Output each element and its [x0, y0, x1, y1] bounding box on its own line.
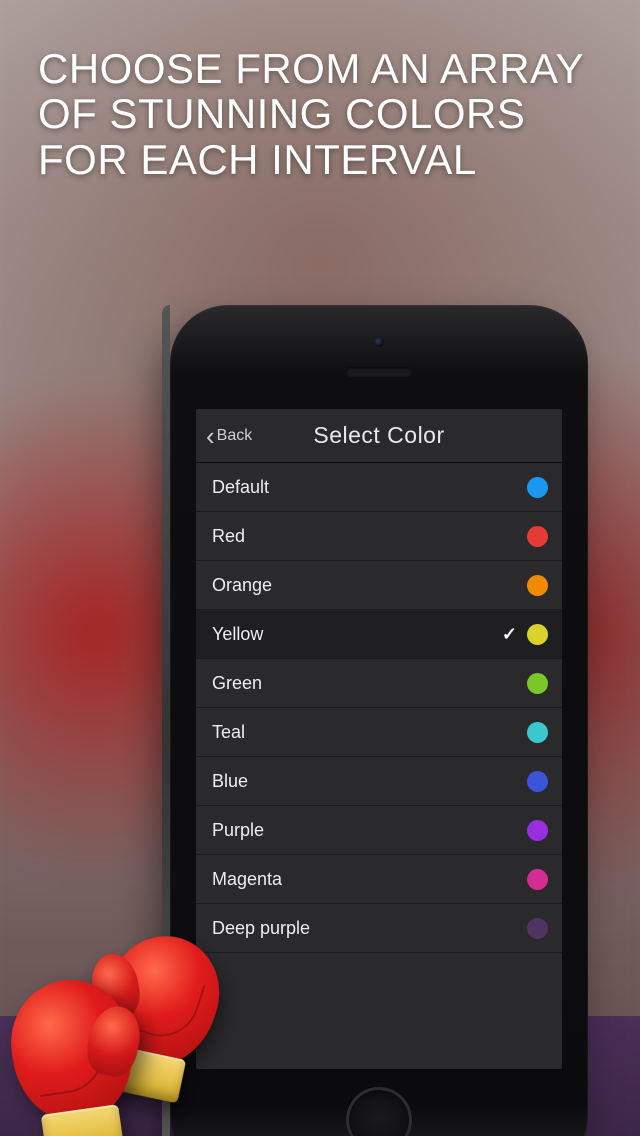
checkmark-icon: ✓ — [502, 624, 517, 645]
color-row[interactable]: Yellow✓ — [196, 610, 562, 659]
chevron-left-icon: ‹ — [206, 423, 215, 449]
phone-earpiece — [346, 367, 412, 377]
color-row-label: Purple — [212, 820, 527, 841]
phone-camera — [374, 337, 384, 347]
home-button[interactable] — [346, 1087, 412, 1136]
color-list: Default Red Orange Yellow✓ Green Teal Blue Purp… — [196, 463, 562, 953]
color-row[interactable]: Blue — [196, 757, 562, 806]
color-swatch — [527, 575, 548, 596]
color-swatch — [527, 918, 548, 939]
color-swatch — [527, 477, 548, 498]
color-row[interactable]: Default — [196, 463, 562, 512]
color-row-label: Red — [212, 526, 527, 547]
color-row[interactable]: Purple — [196, 806, 562, 855]
color-row-label: Teal — [212, 722, 527, 743]
color-swatch — [527, 526, 548, 547]
color-row-label: Orange — [212, 575, 527, 596]
color-swatch — [527, 869, 548, 890]
navbar: ‹ Back Select Color — [196, 409, 562, 463]
color-row-label: Blue — [212, 771, 527, 792]
color-row[interactable]: Orange — [196, 561, 562, 610]
color-swatch — [527, 771, 548, 792]
color-row-label: Deep purple — [212, 918, 527, 939]
color-swatch — [527, 673, 548, 694]
back-button[interactable]: ‹ Back — [202, 409, 256, 462]
color-swatch — [527, 820, 548, 841]
color-row[interactable]: Magenta — [196, 855, 562, 904]
boxing-gloves-graphic — [8, 868, 238, 1128]
list-fill — [196, 953, 562, 1069]
color-swatch — [527, 722, 548, 743]
marketing-headline: CHOOSE FROM AN ARRAY OF STUNNING COLORS … — [38, 46, 602, 182]
color-row[interactable]: Red — [196, 512, 562, 561]
color-row-label: Green — [212, 673, 527, 694]
color-row-label: Yellow — [212, 624, 502, 645]
boxing-glove — [3, 972, 141, 1127]
color-row-label: Default — [212, 477, 527, 498]
color-row-label: Magenta — [212, 869, 527, 890]
color-row[interactable]: Green — [196, 659, 562, 708]
color-row[interactable]: Teal — [196, 708, 562, 757]
back-button-label: Back — [217, 427, 253, 445]
color-row[interactable]: Deep purple — [196, 904, 562, 953]
color-swatch — [527, 624, 548, 645]
phone-screen: ‹ Back Select Color Default Red Orange Yell… — [196, 409, 562, 1069]
